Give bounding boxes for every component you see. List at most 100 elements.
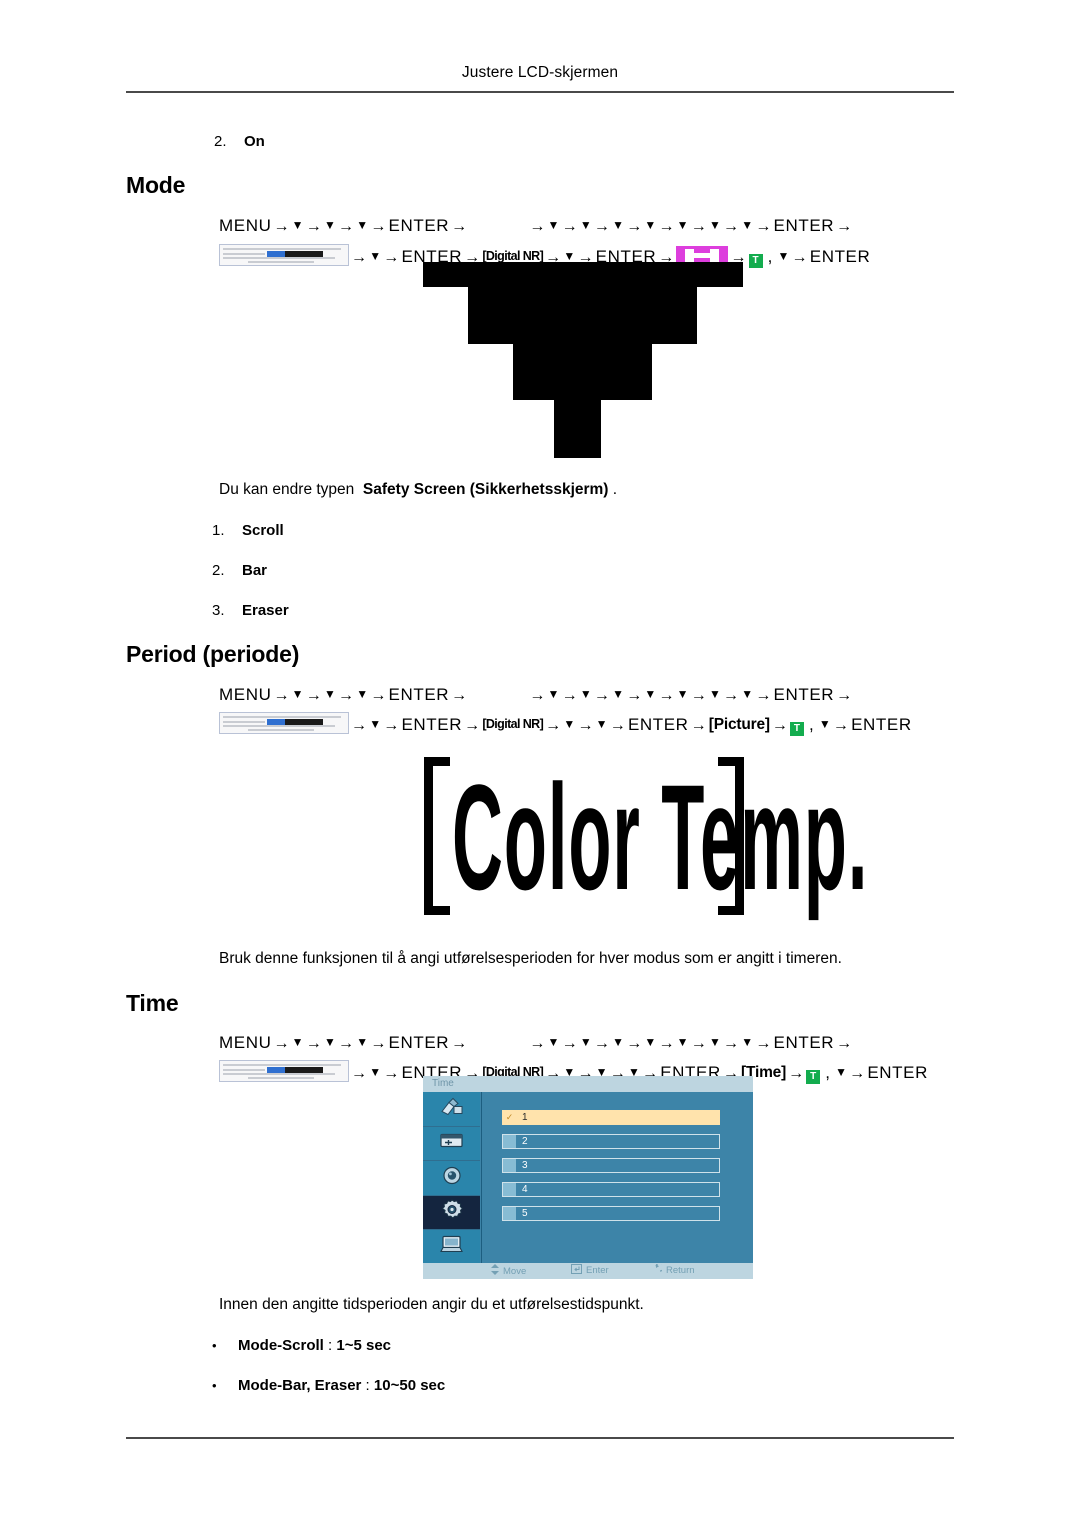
keysequence-period-line1: MENU → ▼ → ▼ → ▼ → ENTER → → ▼ → ▼ → ▼ → ▼ → ▼ → ▼ → ▼ → ENTER → bbox=[219, 686, 854, 704]
up-down-arrow-icon bbox=[491, 1264, 499, 1281]
osd-row-label: 2 bbox=[522, 1136, 528, 1147]
arrow-icon: → bbox=[755, 1035, 772, 1052]
arrow-icon: → bbox=[305, 1035, 322, 1052]
osd-rail-item-sound[interactable] bbox=[423, 1161, 480, 1196]
arrow-icon: → bbox=[529, 687, 546, 704]
arrow-icon: → bbox=[370, 687, 387, 704]
comma: , bbox=[762, 247, 778, 266]
osd-footer-move: Move bbox=[491, 1263, 526, 1280]
osd-row-5[interactable]: 5 bbox=[502, 1206, 720, 1221]
down-arrow-icon: ▼ bbox=[708, 218, 722, 232]
down-arrow-icon: ▼ bbox=[579, 1035, 592, 1049]
osd-rail-item-picture[interactable] bbox=[423, 1092, 480, 1127]
osd-footer: Move Enter Return bbox=[423, 1262, 753, 1280]
wordart-color-temp: Color Temp. bbox=[452, 753, 869, 921]
osd-list-area: ✓ 1 2 3 4 5 bbox=[481, 1092, 753, 1263]
arrow-icon: → bbox=[561, 218, 578, 235]
arrow-icon: → bbox=[723, 218, 740, 235]
down-arrow-icon: ▼ bbox=[356, 218, 369, 232]
arrow-icon: → bbox=[451, 687, 468, 704]
down-arrow-icon: ▼ bbox=[356, 687, 369, 701]
arrow-icon: → bbox=[305, 687, 322, 704]
osd-row-2[interactable]: 2 bbox=[502, 1134, 720, 1149]
setup-gear-icon bbox=[441, 1199, 463, 1226]
arrow-icon: → bbox=[658, 218, 675, 235]
down-arrow-icon: ▼ bbox=[323, 687, 337, 701]
list-item-scroll: 1. Scroll bbox=[212, 522, 284, 539]
arrow-icon: → bbox=[626, 1035, 643, 1052]
list-label: Eraser bbox=[242, 602, 289, 619]
osd-rail-item-multicontrol[interactable] bbox=[423, 1230, 480, 1264]
arrow-icon: → bbox=[836, 687, 853, 704]
arrow-icon: → bbox=[351, 249, 368, 266]
bullet-sep: : bbox=[323, 1337, 337, 1354]
osd-row-3[interactable]: 3 bbox=[502, 1158, 720, 1173]
menu-thumbnail-image bbox=[219, 244, 349, 266]
down-arrow-icon: ▼ bbox=[741, 1035, 754, 1049]
bullet-icon: • bbox=[212, 1378, 217, 1393]
arrow-icon: → bbox=[609, 717, 626, 734]
green-t-badge-icon: T bbox=[806, 1070, 821, 1084]
arrow-icon: → bbox=[690, 717, 707, 734]
key-enter: ENTER bbox=[809, 247, 871, 266]
down-arrow-icon: ▼ bbox=[579, 218, 592, 232]
arrow-icon: → bbox=[561, 687, 578, 704]
paragraph-text-pre: Du kan endre typen bbox=[219, 481, 355, 498]
down-arrow-icon: ▼ bbox=[708, 1035, 722, 1049]
arrow-icon: → bbox=[351, 717, 368, 734]
down-arrow-icon: ▼ bbox=[612, 218, 625, 232]
menu-thumbnail-image bbox=[219, 1060, 349, 1082]
down-arrow-icon: ▼ bbox=[356, 1035, 369, 1049]
document-page: Justere LCD-skjermen 2. On Mode MENU → ▼ → ▼ →… bbox=[0, 0, 1080, 1527]
osd-rail-item-setup[interactable] bbox=[423, 1195, 480, 1230]
bracket-right-icon bbox=[718, 757, 744, 915]
menu-thumbnail-image bbox=[219, 712, 349, 734]
row-chip bbox=[503, 1135, 516, 1148]
down-arrow-icon: ▼ bbox=[323, 1035, 337, 1049]
osd-rail-item-screen[interactable] bbox=[423, 1126, 480, 1161]
down-arrow-icon: ▼ bbox=[291, 218, 304, 232]
token-digital-nr: [Digital NR] bbox=[482, 249, 544, 263]
list-item-bar: 2. Bar bbox=[212, 562, 267, 579]
key-enter: ENTER bbox=[401, 715, 463, 734]
paragraph-time: Innen den angitte tidsperioden angir du … bbox=[219, 1296, 644, 1313]
section-heading-mode: Mode bbox=[126, 172, 186, 198]
osd-row-4[interactable]: 4 bbox=[502, 1182, 720, 1197]
bullet-label: Mode-Bar, Eraser bbox=[238, 1377, 362, 1394]
key-enter: ENTER bbox=[773, 1033, 835, 1052]
arrow-icon: → bbox=[383, 1065, 400, 1082]
osd-panel: Time ✓ 1 2 3 4 5 Move Enter Return bbox=[423, 1076, 753, 1279]
bullet-mode-scroll: • Mode-Scroll : 1~5 sec bbox=[212, 1337, 391, 1354]
placeholder-graphic-mode bbox=[423, 262, 743, 458]
section-heading-period: Period (periode) bbox=[126, 641, 300, 667]
arrow-icon: → bbox=[529, 1035, 546, 1052]
picture-brush-icon bbox=[439, 1096, 465, 1121]
osd-row-label: 1 bbox=[522, 1112, 528, 1123]
list-number: 2. bbox=[214, 133, 227, 150]
down-arrow-icon: ▼ bbox=[676, 687, 689, 701]
arrow-icon: → bbox=[723, 1035, 740, 1052]
down-arrow-icon: ▼ bbox=[323, 218, 337, 232]
keysequence-period-line2: → ▼ → ENTER → [Digital NR] → ▼ → ▼ → ENTER → [Picture… bbox=[219, 708, 912, 736]
key-menu: MENU bbox=[219, 216, 272, 235]
key-enter: ENTER bbox=[388, 685, 450, 704]
arrow-icon: → bbox=[273, 687, 290, 704]
list-number: 2. bbox=[212, 562, 225, 579]
arrow-icon: → bbox=[529, 218, 546, 235]
osd-footer-label: Move bbox=[503, 1266, 527, 1277]
keysequence-mode-line1: MENU → ▼ → ▼ → ▼ → ENTER → → ▼ → ▼ → ▼ → ▼ → ▼ → ▼ → ▼ → ENTER → bbox=[219, 217, 854, 235]
comma: , bbox=[820, 1063, 836, 1082]
bullet-icon: • bbox=[212, 1338, 217, 1353]
list-label: On bbox=[244, 133, 265, 150]
osd-row-label: 3 bbox=[522, 1160, 528, 1171]
arrow-icon: → bbox=[771, 717, 789, 734]
down-arrow-icon: ▼ bbox=[835, 1065, 848, 1079]
arrow-icon: → bbox=[755, 218, 772, 235]
osd-row-1[interactable]: ✓ 1 bbox=[502, 1110, 720, 1125]
down-arrow-icon: ▼ bbox=[369, 717, 382, 731]
arrow-icon: → bbox=[338, 218, 355, 235]
keysequence-time-line1: MENU → ▼ → ▼ → ▼ → ENTER → → ▼ → ▼ → ▼ → ▼ → ▼ → ▼ → ▼ → ENTER → bbox=[219, 1034, 854, 1052]
paragraph-mode: Du kan endre typen Safety Screen (Sikker… bbox=[219, 481, 617, 499]
arrow-icon: → bbox=[577, 717, 594, 734]
arrow-icon: → bbox=[593, 218, 611, 235]
